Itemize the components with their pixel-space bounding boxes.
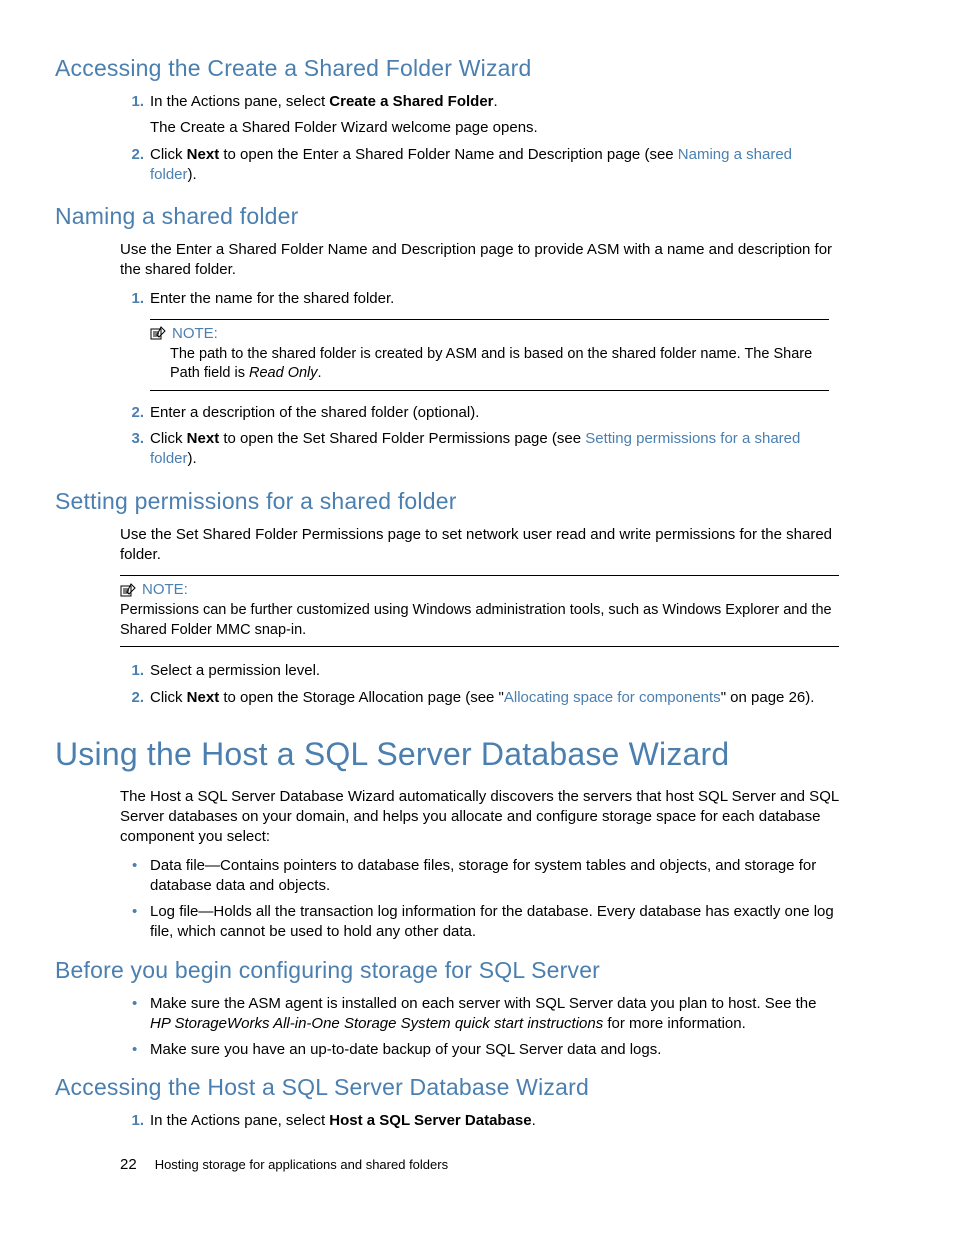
note-body: The path to the shared folder is created… — [170, 345, 829, 384]
list-number: 3. — [120, 429, 144, 449]
ui-field-label: Read Only — [249, 365, 318, 381]
ordered-list: 1. Select a permission level. 2. Click N… — [120, 661, 839, 708]
heading-naming-shared-folder: Naming a shared folder — [55, 203, 839, 230]
text: . — [532, 1112, 536, 1129]
text: ). — [188, 166, 197, 183]
note-block: NOTE: Permissions can be further customi… — [120, 575, 839, 647]
list-number: 1. — [120, 661, 144, 681]
paragraph: Use the Set Shared Folder Permissions pa… — [120, 525, 839, 566]
list-item: 1. Select a permission level. — [120, 661, 839, 681]
ui-button-label: Next — [187, 146, 220, 163]
list-item: Log file—Holds all the transaction log i… — [120, 902, 839, 943]
ordered-list: 2. Enter a description of the shared fol… — [120, 403, 839, 470]
page: Accessing the Create a Shared Folder Wiz… — [0, 0, 954, 1235]
heading-accessing-host-sql-wizard: Accessing the Host a SQL Server Database… — [55, 1074, 839, 1101]
list-number: 1. — [120, 289, 144, 309]
list-item: 1. In the Actions pane, select Host a SQ… — [120, 1111, 839, 1131]
page-number: 22 — [120, 1156, 137, 1173]
text: In the Actions pane, select — [150, 93, 329, 110]
divider — [150, 319, 829, 320]
heading-host-sql-wizard: Using the Host a SQL Server Database Wiz… — [55, 736, 839, 773]
section-body: Use the Enter a Shared Folder Name and D… — [120, 240, 839, 470]
list-item: 1. Enter the name for the shared folder. — [120, 289, 839, 309]
paragraph: Use the Enter a Shared Folder Name and D… — [120, 240, 839, 281]
section-body: The Host a SQL Server Database Wizard au… — [120, 787, 839, 943]
text: " on page 26). — [721, 689, 815, 706]
note-icon — [150, 326, 166, 340]
text: Enter a description of the shared folder… — [150, 403, 839, 423]
list-number: 2. — [120, 403, 144, 423]
bullet-list: Data file—Contains pointers to database … — [120, 856, 839, 943]
text: . — [494, 93, 498, 110]
list-item: Make sure you have an up-to-date backup … — [120, 1040, 839, 1060]
text: to open the Storage Allocation page (see… — [219, 689, 504, 706]
doc-title: HP StorageWorks All-in-One Storage Syste… — [150, 1015, 603, 1032]
list-number: 2. — [120, 145, 144, 165]
text: Make sure the ASM agent is installed on … — [150, 995, 816, 1012]
heading-accessing-create-shared-folder: Accessing the Create a Shared Folder Wiz… — [55, 55, 839, 82]
list-item: 1. In the Actions pane, select Create a … — [120, 92, 839, 139]
list-number: 2. — [120, 688, 144, 708]
ordered-list: 1. In the Actions pane, select Host a SQ… — [120, 1111, 839, 1131]
text: Click — [150, 146, 187, 163]
list-item: 2. Click Next to open the Storage Alloca… — [120, 688, 839, 708]
list-item: 2. Click Next to open the Enter a Shared… — [120, 145, 839, 186]
ui-button-label: Next — [187, 430, 220, 447]
list-item: Data file—Contains pointers to database … — [120, 856, 839, 897]
text: to open the Set Shared Folder Permission… — [219, 430, 585, 447]
text: Click — [150, 430, 187, 447]
ordered-list: 1. In the Actions pane, select Create a … — [120, 92, 839, 185]
note-label: NOTE: — [172, 325, 218, 342]
text: for more information. — [603, 1015, 746, 1032]
ui-button-label: Next — [187, 689, 220, 706]
note-block: NOTE: The path to the shared folder is c… — [150, 319, 829, 391]
text: Click — [150, 689, 187, 706]
ui-action-label: Create a Shared Folder — [329, 93, 493, 110]
note-icon — [120, 583, 136, 597]
cross-reference-link[interactable]: Allocating space for components — [504, 689, 721, 706]
divider — [120, 575, 839, 576]
text: to open the Enter a Shared Folder Name a… — [219, 146, 678, 163]
section-body: Use the Set Shared Folder Permissions pa… — [120, 525, 839, 708]
section-body: Make sure the ASM agent is installed on … — [120, 994, 839, 1061]
divider — [120, 646, 839, 647]
ordered-list: 1. Enter the name for the shared folder. — [120, 289, 839, 309]
list-item: Make sure the ASM agent is installed on … — [120, 994, 839, 1035]
text: . — [318, 365, 322, 381]
list-number: 1. — [120, 1111, 144, 1131]
text: Select a permission level. — [150, 661, 839, 681]
text: ). — [188, 450, 197, 467]
heading-setting-permissions: Setting permissions for a shared folder — [55, 488, 839, 515]
chapter-title: Hosting storage for applications and sha… — [155, 1157, 448, 1172]
section-body: 1. In the Actions pane, select Host a SQ… — [120, 1111, 839, 1131]
list-item: 2. Enter a description of the shared fol… — [120, 403, 839, 423]
heading-before-configuring-sql: Before you begin configuring storage for… — [55, 957, 839, 984]
divider — [150, 390, 829, 391]
ui-action-label: Host a SQL Server Database — [329, 1112, 531, 1129]
note-label: NOTE: — [142, 581, 188, 598]
bullet-list: Make sure the ASM agent is installed on … — [120, 994, 839, 1061]
text: The Create a Shared Folder Wizard welcom… — [150, 118, 839, 138]
page-footer: 22 Hosting storage for applications and s… — [120, 1156, 448, 1173]
text: In the Actions pane, select — [150, 1112, 329, 1129]
list-item: 3. Click Next to open the Set Shared Fol… — [120, 429, 839, 470]
note-body: Permissions can be further customized us… — [120, 601, 839, 640]
text: Enter the name for the shared folder. — [150, 289, 839, 309]
section-body: 1. In the Actions pane, select Create a … — [120, 92, 839, 185]
paragraph: The Host a SQL Server Database Wizard au… — [120, 787, 839, 848]
list-number: 1. — [120, 92, 144, 112]
